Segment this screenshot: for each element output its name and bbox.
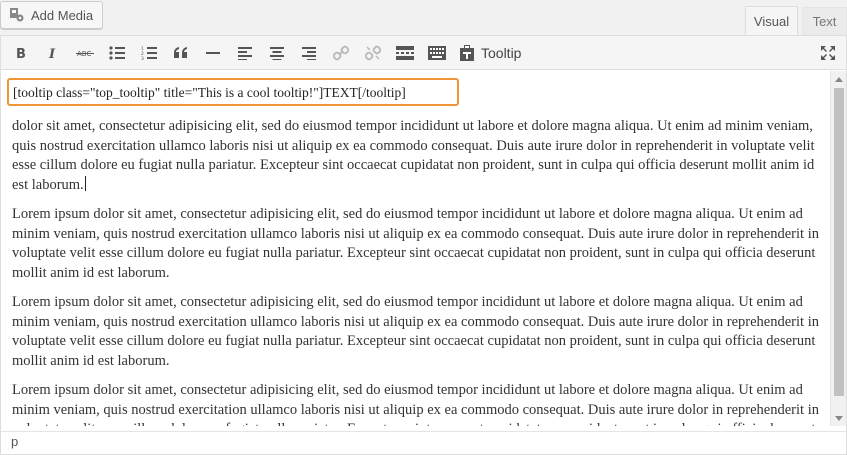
svg-text:I: I (48, 47, 56, 60)
numbered-list-button[interactable]: 123 (137, 41, 161, 65)
status-bar: p (1, 431, 846, 454)
italic-icon: I (48, 47, 56, 60)
bullet-list-icon (109, 46, 125, 60)
align-center-button[interactable] (265, 41, 289, 65)
paragraph-1-text: dolor sit amet, consectetur adipisicing … (12, 118, 815, 193)
blockquote-icon (174, 47, 187, 58)
paragraph-3-text: Lorem ipsum dolor sit amet, consectetur … (12, 294, 819, 369)
svg-text:B: B (16, 47, 26, 60)
element-path[interactable]: p (11, 434, 18, 449)
tooltip-shortcode[interactable]: [tooltip class="top_tooltip" title="This… (7, 78, 459, 106)
editor-toolbar: B I ABC 123 (1, 36, 846, 70)
paragraph-4[interactable]: Lorem ipsum dolor sit amet, consectetur … (12, 381, 827, 426)
align-left-button[interactable] (233, 41, 257, 65)
align-right-icon (302, 47, 316, 60)
tooltip-button[interactable]: Tooltip (459, 41, 521, 65)
unlink-icon (365, 45, 381, 61)
tab-text[interactable]: Text (802, 7, 847, 35)
remove-link-button[interactable] (361, 41, 385, 65)
toolbar-toggle-button[interactable] (425, 41, 449, 65)
insert-link-button[interactable] (329, 41, 353, 65)
paragraph-1[interactable]: dolor sit amet, consectetur adipisicing … (12, 117, 827, 195)
fullscreen-icon (821, 46, 835, 60)
scrollbar-thumb[interactable] (834, 88, 844, 396)
bold-button[interactable]: B (9, 41, 33, 65)
align-left-icon (238, 47, 252, 60)
link-icon (333, 45, 349, 61)
read-more-icon (396, 46, 414, 60)
scroll-up-arrow-icon[interactable] (831, 71, 847, 87)
keyboard-icon (428, 46, 446, 60)
read-more-button[interactable] (393, 41, 417, 65)
horizontal-line-button[interactable] (201, 41, 225, 65)
bullet-list-button[interactable] (105, 41, 129, 65)
tooltip-button-label: Tooltip (481, 45, 522, 61)
vertical-scrollbar[interactable] (830, 71, 846, 426)
strikethrough-button[interactable]: ABC (73, 41, 97, 65)
align-center-icon (270, 47, 284, 60)
horizontal-line-icon (206, 52, 220, 54)
media-icon (9, 7, 25, 23)
editor: B I ABC 123 (0, 35, 847, 455)
add-media-button[interactable]: Add Media (0, 1, 103, 29)
add-media-label: Add Media (31, 7, 94, 23)
strikethrough-icon: ABC (76, 50, 94, 58)
tab-visual[interactable]: Visual (745, 6, 798, 36)
align-right-button[interactable] (297, 41, 321, 65)
paragraph-2-text: Lorem ipsum dolor sit amet, consectetur … (12, 206, 819, 281)
paragraph-3[interactable]: Lorem ipsum dolor sit amet, consectetur … (12, 293, 827, 371)
svg-text:3: 3 (141, 56, 144, 60)
numbered-list-icon: 123 (141, 46, 157, 60)
italic-button[interactable]: I (41, 41, 65, 65)
scroll-down-arrow-icon[interactable] (831, 410, 847, 426)
paragraph-2[interactable]: Lorem ipsum dolor sit amet, consectetur … (12, 205, 827, 283)
fullscreen-button[interactable] (816, 41, 840, 65)
text-cursor (84, 175, 86, 191)
blockquote-button[interactable] (169, 41, 193, 65)
paragraph-4-text: Lorem ipsum dolor sit amet, consectetur … (12, 382, 819, 426)
clipboard-icon (460, 45, 474, 61)
editor-content[interactable]: [tooltip class="top_tooltip" title="This… (1, 71, 830, 426)
bold-icon: B (16, 47, 26, 60)
